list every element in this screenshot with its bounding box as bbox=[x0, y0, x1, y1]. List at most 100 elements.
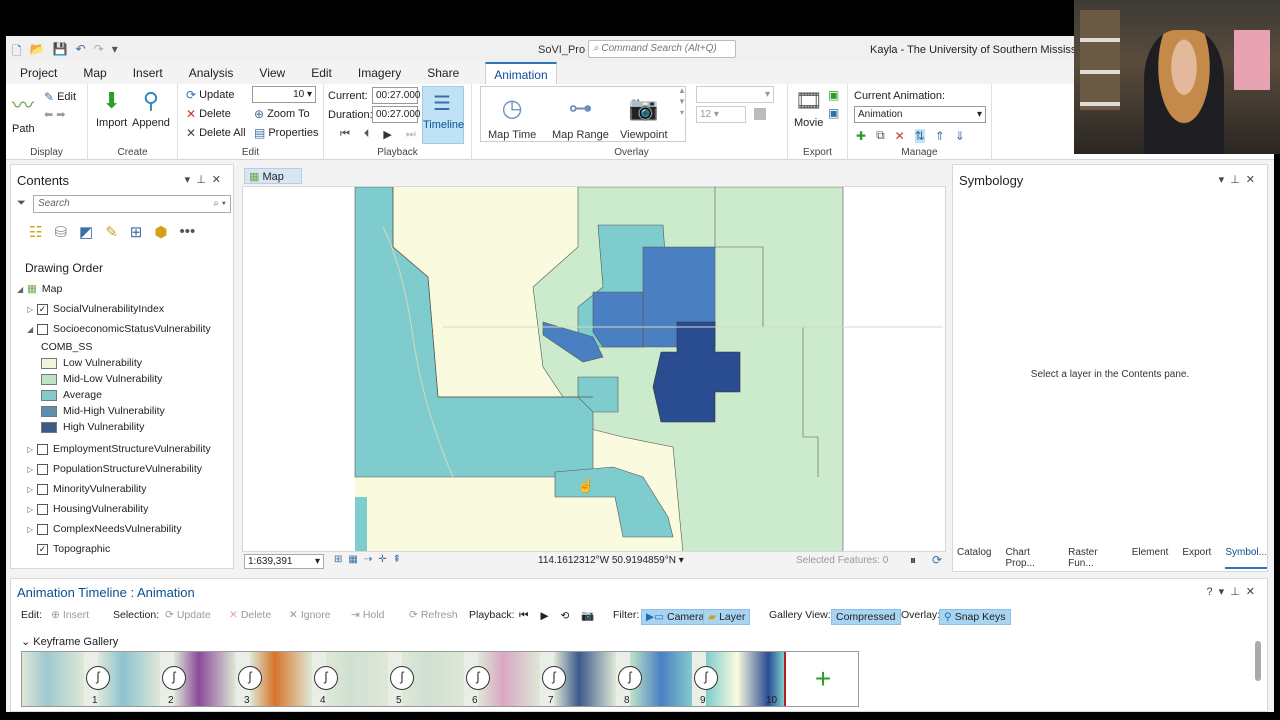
keyframe-transition[interactable]: ʃ8 bbox=[616, 652, 654, 706]
open-project-icon[interactable]: 📂 bbox=[30, 42, 45, 63]
keyframe-transition[interactable]: ʃ1 bbox=[84, 652, 122, 706]
skip-start-icon[interactable]: ⏮ bbox=[519, 609, 528, 622]
layer-socioeconomic[interactable]: ◢ SocioeconomicStatusVulnerability bbox=[17, 319, 231, 339]
display-edit-button[interactable]: ✎ Edit bbox=[44, 90, 76, 104]
pane-menu-icon[interactable]: ▾ bbox=[1219, 174, 1231, 186]
keyframe-transition[interactable]: ʃ6 bbox=[464, 652, 502, 706]
layer-population[interactable]: ▷ PopulationStructureVulnerability bbox=[17, 459, 231, 479]
map-node[interactable]: ◢ ▦ Map bbox=[17, 279, 231, 299]
duration-input[interactable]: 00:27.000 bbox=[372, 106, 421, 123]
update-keyframe-button[interactable]: ⟳ Update bbox=[165, 609, 211, 621]
close-icon[interactable]: ✕ bbox=[1246, 174, 1261, 186]
snapping-icon[interactable]: ⊞ bbox=[130, 223, 143, 241]
hold-button[interactable]: ⇥ Hold bbox=[351, 609, 384, 621]
current-time-input[interactable]: 00:27.000 bbox=[372, 87, 421, 104]
pin-icon[interactable]: ⊥ bbox=[1230, 586, 1246, 598]
keyframe-last[interactable]: 10 bbox=[762, 652, 784, 706]
properties-button[interactable]: ▤ Properties bbox=[254, 126, 318, 140]
pane-menu-icon[interactable]: ▾ bbox=[1219, 586, 1231, 598]
pane-menu-icon[interactable]: ▾ bbox=[185, 174, 197, 186]
viewpoint-overlay[interactable]: 📷 Viewpoint bbox=[620, 94, 668, 141]
editing-icon[interactable]: ✎ bbox=[105, 223, 118, 241]
map-view-tab[interactable]: ▦ Map ✕ bbox=[244, 168, 302, 196]
movie-button[interactable]: 🎞 Movie bbox=[794, 88, 823, 129]
timeline-scrollbar[interactable] bbox=[1255, 641, 1261, 681]
expand-icon[interactable]: ▷ bbox=[27, 525, 37, 534]
expand-icon[interactable]: ▷ bbox=[27, 465, 37, 474]
layer-checkbox[interactable] bbox=[37, 483, 48, 495]
contents-search-input[interactable]: Search ⌕ ▾ bbox=[33, 195, 231, 213]
export-image-icon[interactable]: ▣ bbox=[828, 106, 839, 120]
camera-filter-toggle[interactable]: ▶▭ Camera bbox=[641, 609, 710, 625]
grid-icon[interactable]: ▦ bbox=[348, 554, 363, 565]
step-forward-icon[interactable]: ⏭ bbox=[406, 128, 416, 141]
step-back-icon[interactable]: ⏴ bbox=[364, 128, 370, 141]
nav-arrows[interactable]: ⬅ ➡ bbox=[44, 108, 65, 121]
layer-checkbox[interactable] bbox=[37, 323, 48, 335]
overlay-size-select[interactable]: 12 ▾ bbox=[696, 106, 746, 123]
tab-view[interactable]: View bbox=[259, 62, 299, 84]
export-frames-icon[interactable]: ▣ bbox=[828, 88, 839, 102]
delete-keyframe-button[interactable]: ✕ Delete bbox=[229, 609, 271, 621]
append-button[interactable]: ⚲ Append bbox=[132, 88, 170, 129]
snap-keys-toggle[interactable]: ⚲ Snap Keys bbox=[939, 609, 1011, 625]
layer-minority[interactable]: ▷ MinorityVulnerability bbox=[17, 479, 231, 499]
remove-animation-icon[interactable]: ✕ bbox=[895, 129, 905, 143]
choropleth-map[interactable] bbox=[243, 187, 946, 552]
pin-icon[interactable]: ⊥ bbox=[1230, 174, 1246, 186]
pin-icon[interactable]: ⊥ bbox=[196, 174, 212, 186]
refresh-button[interactable]: ⟳ Refresh bbox=[409, 609, 458, 621]
layer-checkbox-checked[interactable]: ✓ bbox=[37, 303, 48, 315]
tab-catalog[interactable]: Catalog bbox=[957, 547, 991, 569]
tab-share[interactable]: Share bbox=[427, 62, 473, 84]
skip-start-icon[interactable]: ⏮ bbox=[340, 128, 350, 141]
collapse-icon[interactable]: ◢ bbox=[17, 285, 27, 294]
more-icon[interactable]: ••• bbox=[179, 223, 195, 241]
tab-export[interactable]: Export bbox=[1182, 547, 1211, 569]
keyframe-transition[interactable]: ʃ7 bbox=[540, 652, 578, 706]
layer-checkbox[interactable] bbox=[37, 463, 48, 475]
import-button[interactable]: ⬇ Import bbox=[96, 88, 127, 129]
map-range-overlay[interactable]: ⊶ Map Range bbox=[552, 94, 609, 141]
keyframe-transition[interactable]: ʃ3 bbox=[236, 652, 274, 706]
layer-complex-needs[interactable]: ▷ ComplexNeedsVulnerability bbox=[17, 519, 231, 539]
layer-checkbox[interactable] bbox=[37, 443, 48, 455]
ignore-button[interactable]: ✕ Ignore bbox=[289, 609, 331, 621]
loop-icon[interactable]: ⟲ bbox=[561, 610, 570, 622]
zoom-to-button[interactable]: ⊕ Zoom To bbox=[254, 107, 310, 121]
add-animation-icon[interactable]: ✚ bbox=[856, 129, 866, 143]
compressed-view-toggle[interactable]: Compressed bbox=[831, 609, 901, 625]
expand-icon[interactable]: ▷ bbox=[27, 485, 37, 494]
selection-icon[interactable]: ◩ bbox=[79, 223, 93, 241]
copy-animation-icon[interactable]: ⧉ bbox=[876, 128, 885, 143]
measure-icon[interactable]: ⇢ bbox=[364, 554, 378, 565]
north-icon[interactable]: ⇞ bbox=[393, 554, 407, 565]
move-down-icon[interactable]: ⇓ bbox=[955, 129, 965, 143]
delete-button[interactable]: ✕ Delete bbox=[186, 107, 231, 121]
layer-housing[interactable]: ▷ HousingVulnerability bbox=[17, 499, 231, 519]
expand-icon[interactable]: ▷ bbox=[27, 305, 37, 314]
add-keyframe-button[interactable]: + bbox=[784, 652, 858, 706]
layer-employment[interactable]: ▷ EmploymentStructureVulnerability bbox=[17, 439, 231, 459]
tab-raster-functions[interactable]: Raster Fun... bbox=[1068, 547, 1118, 569]
close-icon[interactable]: ✕ bbox=[1246, 586, 1261, 598]
tab-symbology[interactable]: Symbol... bbox=[1225, 547, 1267, 569]
keyframe-transition[interactable]: ʃ5 bbox=[388, 652, 426, 706]
tab-edit[interactable]: Edit bbox=[311, 62, 346, 84]
map-scale-select[interactable]: 1:639,391 ▾ bbox=[244, 554, 324, 569]
save-project-icon[interactable]: 💾 bbox=[53, 42, 68, 63]
keyframe-transition[interactable]: ʃ9 bbox=[692, 652, 730, 706]
path-button[interactable]: 〰 Path bbox=[12, 88, 35, 135]
signed-in-user[interactable]: Kayla - The University of Southern Missi… bbox=[870, 44, 1094, 56]
layer-topographic[interactable]: ✓ Topographic bbox=[17, 539, 231, 559]
map-time-overlay[interactable]: ◷ Map Time bbox=[488, 94, 536, 141]
layer-checkbox[interactable] bbox=[37, 503, 48, 515]
coordinate-readout[interactable]: 114.1612312°W 50.9194859°N ▾ bbox=[538, 555, 684, 566]
collapse-icon[interactable]: ◢ bbox=[27, 325, 37, 334]
current-animation-select[interactable]: Animation ▾ bbox=[854, 106, 986, 123]
map-view[interactable]: ☝ bbox=[242, 186, 946, 552]
close-icon[interactable]: ✕ bbox=[212, 174, 227, 186]
tab-imagery[interactable]: Imagery bbox=[358, 62, 415, 84]
new-project-icon[interactable]: 🗋 bbox=[12, 42, 22, 63]
layer-social-vulnerability[interactable]: ▷ ✓ SocialVulnerabilityIndex bbox=[17, 299, 231, 319]
